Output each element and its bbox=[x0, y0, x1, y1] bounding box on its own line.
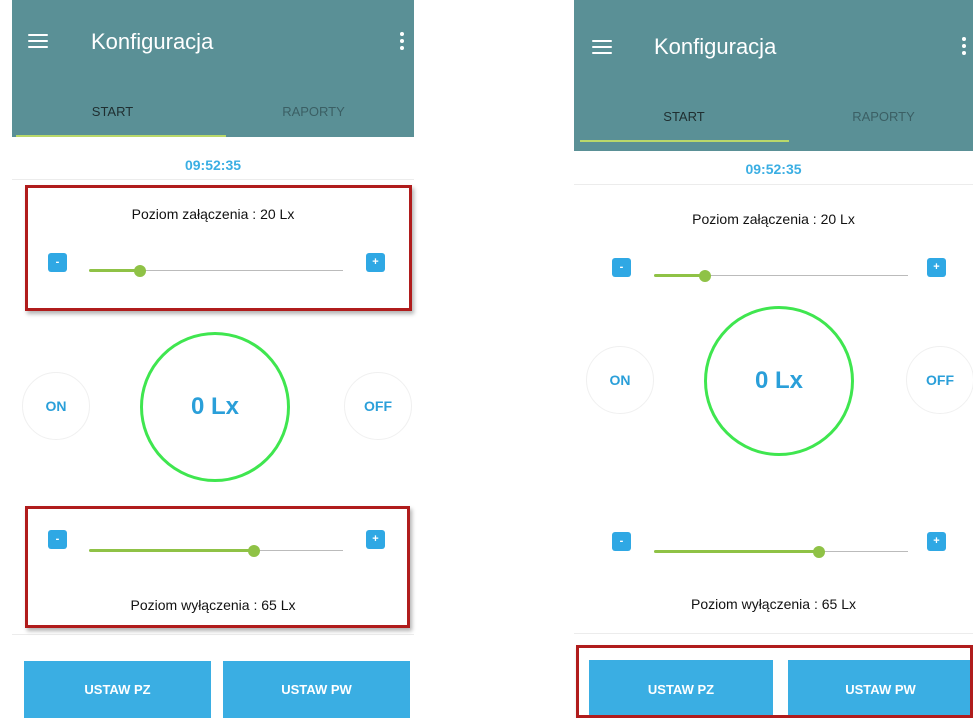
on-level-plus-button[interactable]: + bbox=[927, 258, 946, 277]
on-level-label: Poziom załączenia : 20 Lx bbox=[131, 206, 295, 222]
divider bbox=[574, 633, 973, 634]
app-title: Konfiguracja bbox=[91, 29, 214, 54]
tab-indicator bbox=[580, 140, 789, 142]
lux-value: 0 Lx bbox=[190, 393, 240, 420]
off-level-plus-button[interactable]: + bbox=[927, 532, 946, 551]
set-pz-button[interactable]: USTAW PZ bbox=[589, 660, 773, 718]
tab-raporty[interactable]: RAPORTY bbox=[213, 104, 414, 119]
off-level-slider-thumb[interactable] bbox=[813, 546, 826, 558]
app-bar: Konfiguracja START RAPORTY bbox=[12, 0, 414, 137]
app-title: Konfiguracja bbox=[654, 34, 777, 59]
tab-indicator bbox=[16, 135, 226, 137]
on-level-minus-button[interactable]: - bbox=[48, 253, 67, 272]
set-pw-button[interactable]: USTAW PW bbox=[788, 660, 973, 718]
off-button[interactable]: OFF bbox=[344, 372, 412, 440]
lux-value: 0 Lx bbox=[754, 367, 804, 394]
on-button[interactable]: ON bbox=[586, 346, 654, 414]
lux-indicator-circle: 0 Lx bbox=[704, 306, 854, 456]
divider bbox=[574, 184, 973, 185]
tab-start[interactable]: START bbox=[574, 109, 794, 124]
on-level-slider-fill bbox=[89, 269, 140, 272]
off-level-minus-button[interactable]: - bbox=[612, 532, 631, 551]
set-pz-button[interactable]: USTAW PZ bbox=[24, 661, 211, 718]
hamburger-menu-icon[interactable] bbox=[592, 40, 612, 54]
divider bbox=[12, 634, 414, 635]
off-level-slider-thumb[interactable] bbox=[248, 545, 261, 557]
tab-start[interactable]: START bbox=[12, 104, 213, 119]
off-level-slider-fill bbox=[89, 549, 255, 552]
on-level-slider-fill bbox=[654, 274, 705, 277]
screen-right: Konfiguracja START RAPORTY 09:52:35 Pozi… bbox=[574, 0, 973, 718]
on-level-label: Poziom załączenia : 20 Lx bbox=[692, 211, 855, 227]
lux-indicator-circle: 0 Lx bbox=[140, 332, 290, 482]
off-level-minus-button[interactable]: - bbox=[48, 530, 67, 549]
off-button[interactable]: OFF bbox=[906, 346, 973, 414]
off-level-label: Poziom wyłączenia : 65 Lx bbox=[130, 597, 296, 613]
off-level-slider-fill bbox=[654, 550, 820, 553]
off-level-plus-button[interactable]: + bbox=[366, 530, 385, 549]
app-bar: Konfiguracja START RAPORTY bbox=[574, 0, 973, 151]
divider bbox=[12, 179, 414, 180]
clock: 09:52:35 bbox=[745, 161, 802, 177]
set-pw-button[interactable]: USTAW PW bbox=[223, 661, 410, 718]
clock: 09:52:35 bbox=[184, 157, 242, 173]
hamburger-menu-icon[interactable] bbox=[28, 34, 48, 48]
tab-raporty[interactable]: RAPORTY bbox=[794, 109, 973, 124]
on-level-slider-thumb[interactable] bbox=[698, 270, 711, 282]
more-vert-icon[interactable] bbox=[400, 32, 404, 50]
on-level-minus-button[interactable]: - bbox=[612, 258, 631, 277]
on-level-plus-button[interactable]: + bbox=[366, 253, 385, 272]
screen-left: Konfiguracja START RAPORTY 09:52:35 Pozi… bbox=[12, 0, 414, 718]
more-vert-icon[interactable] bbox=[962, 37, 966, 55]
off-level-label: Poziom wyłączenia : 65 Lx bbox=[691, 596, 856, 612]
on-level-slider-thumb[interactable] bbox=[133, 265, 146, 277]
on-button[interactable]: ON bbox=[22, 372, 90, 440]
